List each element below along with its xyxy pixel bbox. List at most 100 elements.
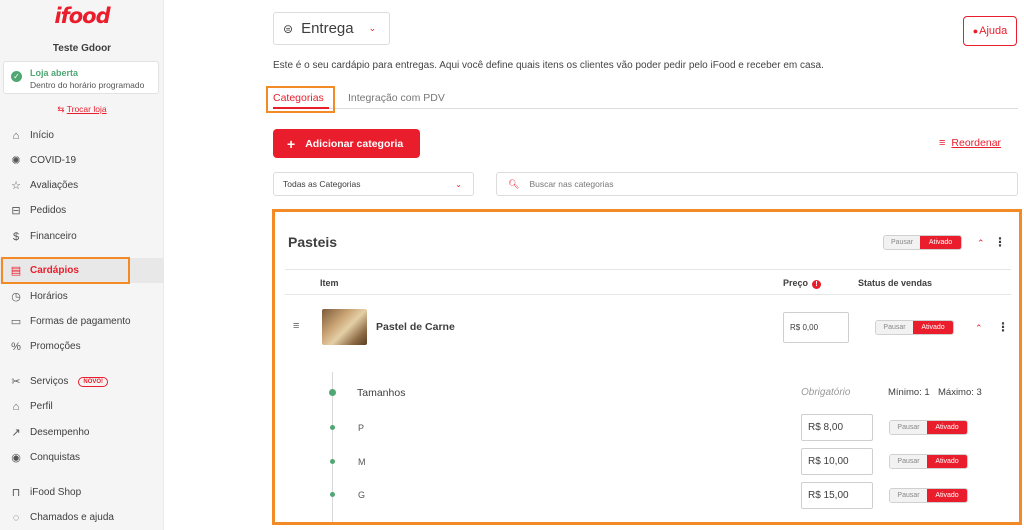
sidebar-item-conquistas[interactable]: ◉ Conquistas	[0, 445, 164, 470]
sidebar-item-label: Início	[30, 130, 54, 141]
bag-icon: ⊓	[11, 487, 21, 499]
sidebar-item-promocoes[interactable]: % Promoções	[0, 334, 164, 359]
dollar-icon: $	[12, 230, 20, 243]
sidebar-item-covid[interactable]: ✺ COVID-19	[0, 148, 164, 173]
group-bullet	[329, 389, 336, 396]
sidebar-item-label: Perfil	[30, 401, 53, 412]
sidebar-item-label: COVID-19	[30, 155, 77, 166]
virus-icon: ✺	[11, 155, 21, 167]
active-option[interactable]: Ativado	[927, 455, 967, 468]
sidebar-item-financeiro[interactable]: $ Financeiro	[0, 224, 164, 249]
item-photo[interactable]	[322, 309, 367, 345]
category-title: Pasteis	[288, 234, 338, 250]
help-label: Ajuda	[979, 25, 1008, 37]
option-group-min: Mínimo: 1	[888, 387, 930, 398]
option-status-toggle[interactable]: Pausar Ativado	[889, 454, 968, 469]
sidebar-item-servicos[interactable]: ✂ Serviços NOVO!	[0, 369, 164, 394]
sidebar-item-ifood-shop[interactable]: ⊓ iFood Shop	[0, 480, 164, 505]
plus-icon: +	[287, 135, 296, 152]
collapse-icon[interactable]: ⌃	[975, 323, 983, 334]
sidebar-item-label: Chamados e ajuda	[30, 512, 114, 523]
services-icon: ✂	[11, 376, 21, 388]
pause-option[interactable]: Pausar	[890, 489, 928, 502]
item-status-toggle[interactable]: Pausar Ativado	[875, 320, 954, 335]
list-icon: ≡	[939, 137, 946, 149]
add-category-label: Adicionar categoria	[305, 137, 404, 150]
sidebar-item-chamados[interactable]: ◌ Chamados e ajuda	[0, 505, 164, 530]
sidebar-item-label: Horários	[30, 291, 68, 302]
channel-selector[interactable]: ⊜ Entrega ⌄	[273, 12, 390, 45]
store-icon: ⌂	[12, 400, 20, 413]
item-price-input[interactable]: R$ 0,00	[783, 312, 849, 343]
sidebar-item-label: Financeiro	[30, 231, 77, 242]
add-category-button[interactable]: + Adicionar categoria	[273, 129, 420, 158]
sidebar-item-pedidos[interactable]: ⊟ Pedidos	[0, 198, 164, 223]
active-option[interactable]: Ativado	[927, 421, 967, 434]
delivery-icon: ⊜	[283, 21, 294, 36]
option-price-input[interactable]: R$ 8,00	[801, 414, 873, 441]
pause-option[interactable]: Pausar	[884, 236, 921, 249]
sidebar-item-label: Formas de pagamento	[30, 316, 131, 327]
tab-bar: Categorias Integração com PDV	[273, 85, 1018, 109]
column-price: Preço!	[783, 278, 822, 289]
sidebar-item-label: iFood Shop	[30, 487, 82, 498]
reorder-link[interactable]: ≡ Reordenar	[939, 137, 1001, 149]
option-price-input[interactable]: R$ 10,00	[801, 448, 873, 475]
switch-store-label: Trocar loja	[66, 104, 107, 114]
sidebar-item-horarios[interactable]: ◷ Horários	[0, 284, 164, 309]
category-status-toggle[interactable]: Pausar Ativado	[883, 235, 962, 250]
collapse-icon[interactable]: ⌃	[977, 238, 985, 249]
active-option[interactable]: Ativado	[913, 321, 953, 334]
category-search: 🔍︎	[496, 172, 1018, 196]
page-description: Este é o seu cardápio para entregas. Aqu…	[273, 60, 824, 71]
store-status-subtitle: Dentro do horário programado	[30, 80, 145, 90]
ifood-logo[interactable]: ifood	[0, 4, 164, 28]
info-icon[interactable]: !	[812, 280, 822, 289]
pause-option[interactable]: Pausar	[890, 455, 928, 468]
home-icon: ⌂	[12, 129, 20, 142]
percent-icon: %	[11, 340, 21, 353]
search-input[interactable]	[529, 179, 1000, 189]
tab-integracao-pdv[interactable]: Integração com PDV	[348, 92, 445, 104]
new-badge: NOVO!	[78, 376, 109, 387]
sidebar-item-perfil[interactable]: ⌂ Perfil	[0, 394, 164, 419]
store-name: Teste Gdoor	[52, 43, 112, 54]
drag-handle-icon[interactable]: ≡	[293, 320, 299, 332]
column-item: Item	[320, 278, 339, 288]
switch-store-link[interactable]: ⇆ Trocar loja	[0, 104, 164, 115]
option-price-input[interactable]: R$ 15,00	[801, 482, 873, 509]
option-bullet	[330, 459, 335, 464]
option-group-required: Obrigatório	[801, 387, 851, 398]
category-card: Pasteis Pausar Ativado ⌃ ⋮ Item Preço! S…	[272, 209, 1022, 525]
sidebar-item-avaliacoes[interactable]: ☆ Avaliações	[0, 173, 164, 198]
help-button[interactable]: ● Ajuda	[963, 16, 1017, 46]
option-group-title: Tamanhos	[357, 387, 406, 399]
sidebar-item-label: Avaliações	[30, 180, 79, 191]
more-options-icon[interactable]: ⋮	[997, 320, 1009, 334]
store-status-card[interactable]: ✓ Loja aberta Dentro do horário programa…	[3, 61, 159, 94]
chevron-down-icon: ⌄	[455, 179, 462, 189]
sidebar-item-inicio[interactable]: ⌂ Início	[0, 123, 164, 148]
active-option[interactable]: Ativado	[927, 489, 967, 502]
clock-icon: ◷	[11, 291, 21, 303]
active-option[interactable]: Ativado	[920, 236, 961, 249]
pause-option[interactable]: Pausar	[890, 421, 928, 434]
option-status-toggle[interactable]: Pausar Ativado	[889, 488, 968, 503]
highlight-categorias-tab	[266, 86, 335, 113]
pause-option[interactable]: Pausar	[876, 321, 914, 334]
option-status-toggle[interactable]: Pausar Ativado	[889, 420, 968, 435]
orders-icon: ⊟	[11, 205, 21, 217]
option-bullet	[330, 492, 335, 497]
chart-icon: ↗	[11, 427, 21, 439]
card-icon: ▭	[10, 316, 22, 328]
more-options-icon[interactable]: ⋮	[994, 235, 1006, 249]
sidebar-item-desempenho[interactable]: ↗ Desempenho	[0, 420, 164, 445]
store-status-title: Loja aberta	[30, 68, 79, 78]
category-filter-select[interactable]: Todas as Categorias ⌄	[273, 172, 474, 196]
sidebar-item-pagamento[interactable]: ▭ Formas de pagamento	[0, 309, 164, 334]
chevron-down-icon: ⌄	[368, 23, 377, 33]
chat-icon: ◌	[12, 511, 20, 524]
highlight-cardapios	[1, 257, 130, 284]
option-group-max: Máximo: 3	[938, 387, 982, 398]
column-status: Status de vendas	[858, 278, 933, 288]
